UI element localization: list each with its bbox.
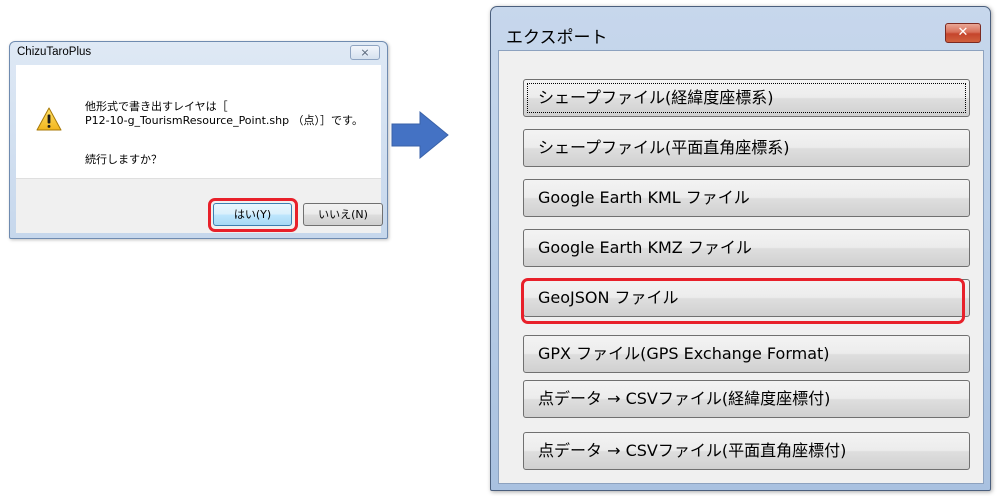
dialog-message-line: P12-10-g_TourismResource_Point.shp （点）］で… [85,114,363,127]
export-shapefile-latlon-button[interactable]: シェープファイル(経緯度座標系) [523,79,970,117]
dialog-titlebar[interactable]: ChizuTaroPlus ⨯ [10,42,387,64]
close-icon: ✕ [957,25,969,40]
export-window-title: エクスポート [506,28,608,48]
export-close-button[interactable]: ✕ [945,23,981,43]
yes-button-highlight [208,198,298,232]
export-kml-button[interactable]: Google Earth KML ファイル [523,179,970,217]
export-window: エクスポート ✕ シェープファイル(経緯度座標系) シェープファイル(平面直角座… [490,6,991,491]
warning-icon [36,107,62,131]
export-kmz-button[interactable]: Google Earth KMZ ファイル [523,229,970,267]
geojson-button-highlight [521,278,965,324]
screenshot-canvas: ChizuTaroPlus ⨯ 他形式で書き出すレイヤは［ P12-10-g_T… [0,0,1001,496]
export-shapefile-plane-button[interactable]: シェープファイル(平面直角座標系) [523,129,970,167]
dialog-message-line: 他形式で書き出すレイヤは［ [85,100,228,113]
dialog-title: ChizuTaroPlus [17,46,92,58]
dialog-question: 続行しますか？ [85,153,162,166]
close-icon: ⨯ [360,46,370,59]
export-csv-latlon-button[interactable]: 点データ → CSVファイル(経緯度座標付) [523,380,970,418]
dialog-body: 他形式で書き出すレイヤは［ P12-10-g_TourismResource_P… [16,65,381,178]
dialog-close-button[interactable]: ⨯ [350,45,380,60]
export-csv-plane-button[interactable]: 点データ → CSVファイル(平面直角座標付) [523,432,970,470]
export-gpx-button[interactable]: GPX ファイル(GPS Exchange Format) [523,335,970,373]
confirm-dialog: ChizuTaroPlus ⨯ 他形式で書き出すレイヤは［ P12-10-g_T… [9,41,388,239]
dialog-message: 他形式で書き出すレイヤは［ P12-10-g_TourismResource_P… [85,100,363,128]
no-button[interactable]: いいえ(N) [303,203,383,226]
right-arrow-icon [391,110,449,160]
export-options-panel: シェープファイル(経緯度座標系) シェープファイル(平面直角座標系) Googl… [498,50,984,484]
